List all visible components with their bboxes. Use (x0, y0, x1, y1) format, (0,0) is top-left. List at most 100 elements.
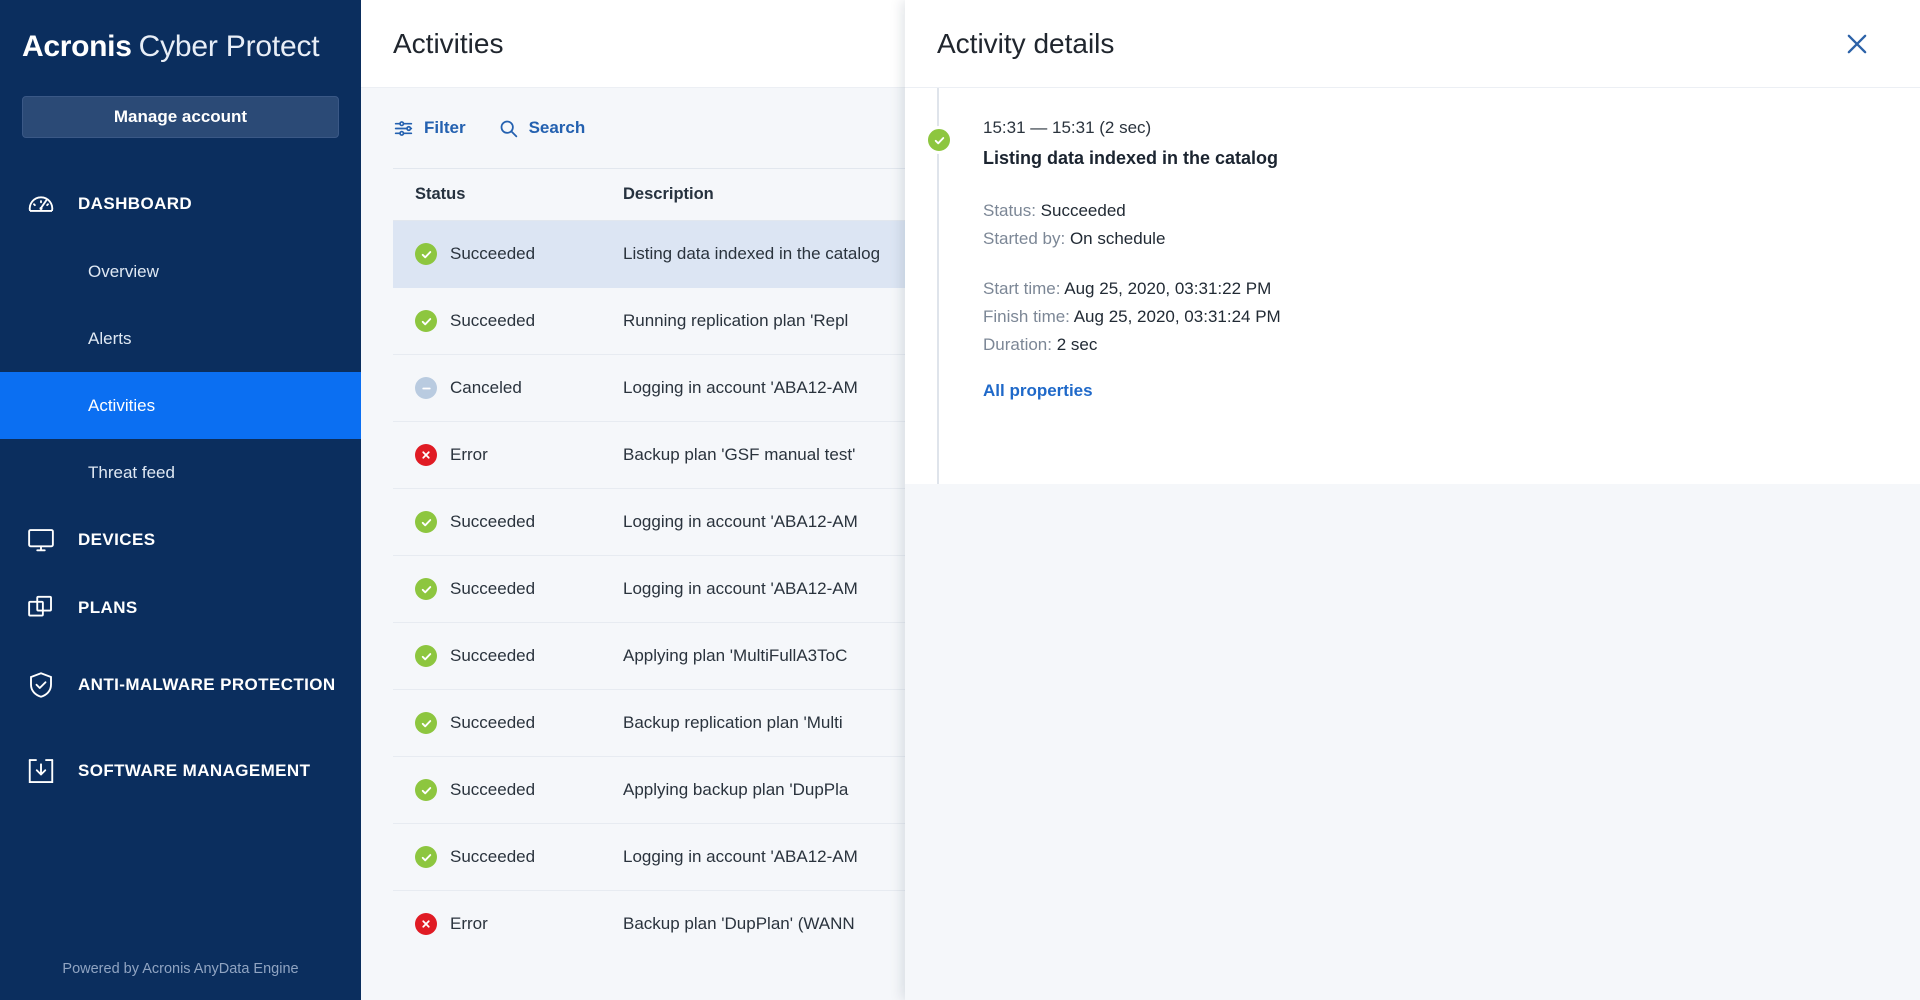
search-button[interactable]: Search (498, 118, 586, 139)
sidebar-group-label: DEVICES (78, 527, 155, 553)
status-label: Succeeded (450, 646, 535, 666)
column-header-status[interactable]: Status (393, 169, 623, 221)
filter-button[interactable]: Filter (393, 118, 466, 139)
app-root: AcronisCyber Protect Manage account DASH… (0, 0, 1920, 1000)
cell-status: Error (393, 891, 623, 958)
status-label: Error (450, 445, 488, 465)
entry-duration-row: Duration: 2 sec (983, 331, 1920, 359)
brand-name-light: Cyber Protect (139, 30, 320, 63)
entry-status-value: Succeeded (1041, 201, 1126, 220)
cell-status: Succeeded (393, 824, 623, 891)
sidebar-group-devices[interactable]: DEVICES (0, 506, 361, 574)
sidebar-item-overview[interactable]: Overview (0, 238, 361, 305)
cell-status: Succeeded (393, 489, 623, 556)
cell-status: Succeeded (393, 690, 623, 757)
sidebar-item-label: Activities (88, 396, 155, 416)
sidebar-nav: DASHBOARD Overview Alerts Activities Thr… (0, 170, 361, 814)
status-label: Succeeded (450, 579, 535, 599)
filter-label: Filter (424, 118, 466, 138)
sidebar-item-label: Threat feed (88, 463, 175, 483)
entry-start-time-row: Start time: Aug 25, 2020, 03:31:22 PM (983, 275, 1920, 303)
entry-finish-time-label: Finish time: (983, 307, 1070, 326)
status-succeeded-icon (415, 779, 437, 801)
status-label: Succeeded (450, 311, 535, 331)
sidebar-group-label: SOFTWARE MANAGEMENT (78, 758, 310, 784)
plans-stack-icon (24, 591, 58, 625)
cell-status: Succeeded (393, 757, 623, 824)
activity-details-title: Activity details (937, 28, 1114, 60)
search-label: Search (529, 118, 586, 138)
filter-icon (393, 118, 414, 139)
powered-by-text: Powered by Acronis AnyData Engine (62, 961, 298, 977)
status-succeeded-icon (415, 310, 437, 332)
status-succeeded-icon (415, 243, 437, 265)
sidebar-group-label: ANTI-MALWARE PROTECTION (78, 672, 336, 698)
status-error-icon (415, 913, 437, 935)
status-error-icon (415, 444, 437, 466)
brand-logo: AcronisCyber Protect (0, 0, 361, 78)
entry-started-by-value: On schedule (1070, 229, 1165, 248)
close-icon[interactable] (1840, 27, 1874, 61)
status-label: Error (450, 914, 488, 934)
cell-status: Succeeded (393, 623, 623, 690)
status-canceled-icon (415, 377, 437, 399)
cell-status: Succeeded (393, 221, 623, 288)
status-label: Succeeded (450, 847, 535, 867)
status-succeeded-icon (415, 712, 437, 734)
cell-status: Canceled (393, 355, 623, 422)
status-label: Canceled (450, 378, 522, 398)
entry-started-by-label: Started by: (983, 229, 1065, 248)
sidebar-group-label: DASHBOARD (78, 191, 192, 217)
manage-account-button[interactable]: Manage account (22, 96, 339, 138)
status-succeeded-icon (415, 846, 437, 868)
entry-finish-time-value: Aug 25, 2020, 03:31:24 PM (1074, 307, 1281, 326)
entry-time-range: 15:31 — 15:31 (2 sec) (983, 118, 1920, 138)
powered-by-footer: Powered by Acronis AnyData Engine (0, 938, 361, 1000)
dashboard-gauge-icon (24, 187, 58, 221)
cell-status: Error (393, 422, 623, 489)
sidebar-item-threat-feed[interactable]: Threat feed (0, 439, 361, 506)
status-succeeded-icon (925, 126, 953, 154)
entry-start-time-value: Aug 25, 2020, 03:31:22 PM (1064, 279, 1271, 298)
monitor-icon (24, 523, 58, 557)
sidebar-group-plans[interactable]: PLANS (0, 574, 361, 642)
sidebar-item-label: Overview (88, 262, 159, 282)
entry-duration-label: Duration: (983, 335, 1052, 354)
status-succeeded-icon (415, 645, 437, 667)
sidebar-group-anti-malware-protection[interactable]: ANTI-MALWARE PROTECTION (0, 642, 361, 728)
sidebar-group-software-management[interactable]: SOFTWARE MANAGEMENT (0, 728, 361, 814)
sidebar-group-label: PLANS (78, 595, 138, 621)
entry-name: Listing data indexed in the catalog (983, 148, 1920, 169)
sidebar-group-dashboard[interactable]: DASHBOARD (0, 170, 361, 238)
entry-started-by-row: Started by: On schedule (983, 225, 1920, 253)
sidebar-item-activities[interactable]: Activities (0, 372, 361, 439)
activity-entry: 15:31 — 15:31 (2 sec) Listing data index… (905, 118, 1920, 401)
entry-duration-value: 2 sec (1057, 335, 1098, 354)
page-title: Activities (393, 28, 503, 60)
activity-details-panel: Activity details 15:31 — 15:31 (2 sec) L… (905, 0, 1920, 1000)
sidebar-item-label: Alerts (88, 329, 131, 349)
activity-details-header: Activity details (905, 0, 1920, 88)
status-succeeded-icon (415, 578, 437, 600)
all-properties-link[interactable]: All properties (983, 381, 1920, 401)
status-succeeded-icon (415, 511, 437, 533)
entry-timing-group: Start time: Aug 25, 2020, 03:31:22 PM Fi… (983, 275, 1920, 359)
cell-status: Succeeded (393, 556, 623, 623)
sidebar-item-alerts[interactable]: Alerts (0, 305, 361, 372)
entry-summary-group: Status: Succeeded Started by: On schedul… (983, 197, 1920, 253)
shield-check-icon (24, 668, 58, 702)
manage-account-label: Manage account (114, 107, 247, 127)
entry-status-label: Status: (983, 201, 1036, 220)
entry-finish-time-row: Finish time: Aug 25, 2020, 03:31:24 PM (983, 303, 1920, 331)
cell-status: Succeeded (393, 288, 623, 355)
entry-status-row: Status: Succeeded (983, 197, 1920, 225)
status-label: Succeeded (450, 780, 535, 800)
entry-start-time-label: Start time: (983, 279, 1060, 298)
activity-details-body: 15:31 — 15:31 (2 sec) Listing data index… (905, 88, 1920, 484)
software-download-icon (24, 754, 58, 788)
brand-name-bold: Acronis (22, 30, 132, 63)
status-label: Succeeded (450, 512, 535, 532)
sidebar: AcronisCyber Protect Manage account DASH… (0, 0, 361, 1000)
status-label: Succeeded (450, 713, 535, 733)
search-icon (498, 118, 519, 139)
